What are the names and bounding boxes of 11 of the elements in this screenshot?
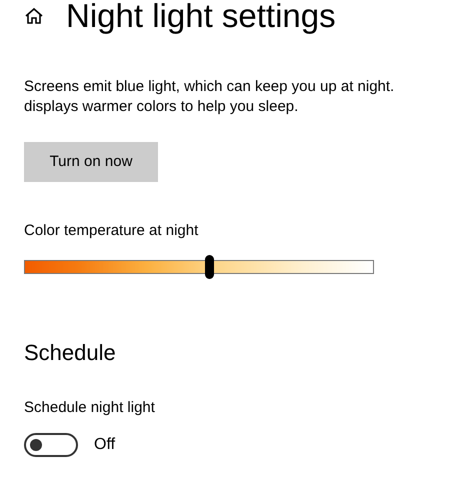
home-icon[interactable]	[24, 6, 44, 26]
toggle-state-text: Off	[94, 435, 116, 455]
slider-thumb[interactable]	[204, 254, 214, 278]
turn-on-button[interactable]: Turn on now	[24, 142, 158, 182]
toggle-label: Schedule night light	[24, 398, 155, 418]
description-text: Screens emit blue light, which can keep you up at night. displays warmer colors to help you sleep.	[24, 77, 394, 117]
schedule-heading: Schedule	[24, 338, 116, 366]
color-temperature-slider[interactable]	[24, 254, 374, 278]
page-title: Night light settings	[66, 0, 336, 36]
schedule-toggle[interactable]	[24, 433, 78, 457]
slider-label: Color temperature at night	[24, 221, 198, 241]
